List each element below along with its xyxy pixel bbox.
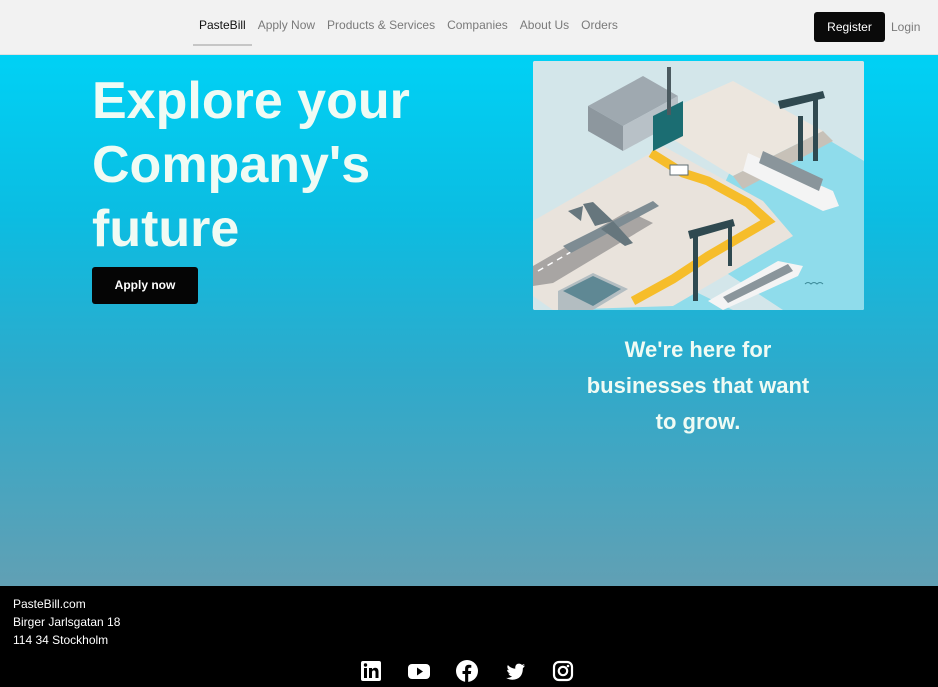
footer-street: Birger Jarlsgatan 18 <box>13 615 121 629</box>
nav-link-companies[interactable]: Companies <box>441 0 514 44</box>
apply-now-button[interactable]: Apply now <box>92 267 198 304</box>
tagline-line: businesses that want <box>586 373 810 398</box>
twitter-icon[interactable] <box>504 659 526 683</box>
hero-title: Explore your Company's future <box>92 69 472 261</box>
login-link[interactable]: Login <box>891 12 920 42</box>
nav-link-apply-now[interactable]: Apply Now <box>252 0 321 44</box>
footer-city: 114 34 Stockholm <box>13 633 109 647</box>
footer-site-name: PasteBill.com <box>13 597 86 611</box>
youtube-icon[interactable] <box>408 659 430 683</box>
hero-tagline: We're here for businesses that want to g… <box>560 332 836 440</box>
top-navbar: PasteBill Apply Now Products & Services … <box>0 0 938 55</box>
social-links <box>360 659 574 683</box>
hero-title-line: Company's <box>92 136 371 194</box>
hero-title-line: Explore your <box>92 72 410 130</box>
port-illustration-graphic <box>533 61 864 310</box>
linkedin-icon[interactable] <box>360 659 382 683</box>
register-button[interactable]: Register <box>814 12 885 42</box>
hero-section: Explore your Company's future Apply now <box>0 55 938 586</box>
industrial-port-illustration <box>533 61 864 310</box>
footer-address: PasteBill.com Birger Jarlsgatan 18 114 3… <box>13 595 120 649</box>
footer: PasteBill.com Birger Jarlsgatan 18 114 3… <box>0 586 938 687</box>
nav-links: PasteBill Apply Now Products & Services … <box>193 0 624 54</box>
nav-link-pastebill[interactable]: PasteBill <box>193 0 252 46</box>
nav-link-about-us[interactable]: About Us <box>514 0 575 44</box>
facebook-icon[interactable] <box>456 659 478 683</box>
nav-link-orders[interactable]: Orders <box>575 0 624 44</box>
tagline-line: We're here for <box>624 337 772 362</box>
nav-link-products-services[interactable]: Products & Services <box>321 0 441 44</box>
instagram-icon[interactable] <box>552 659 574 683</box>
hero-title-line: future <box>92 200 240 258</box>
tagline-line: to grow. <box>655 409 741 434</box>
